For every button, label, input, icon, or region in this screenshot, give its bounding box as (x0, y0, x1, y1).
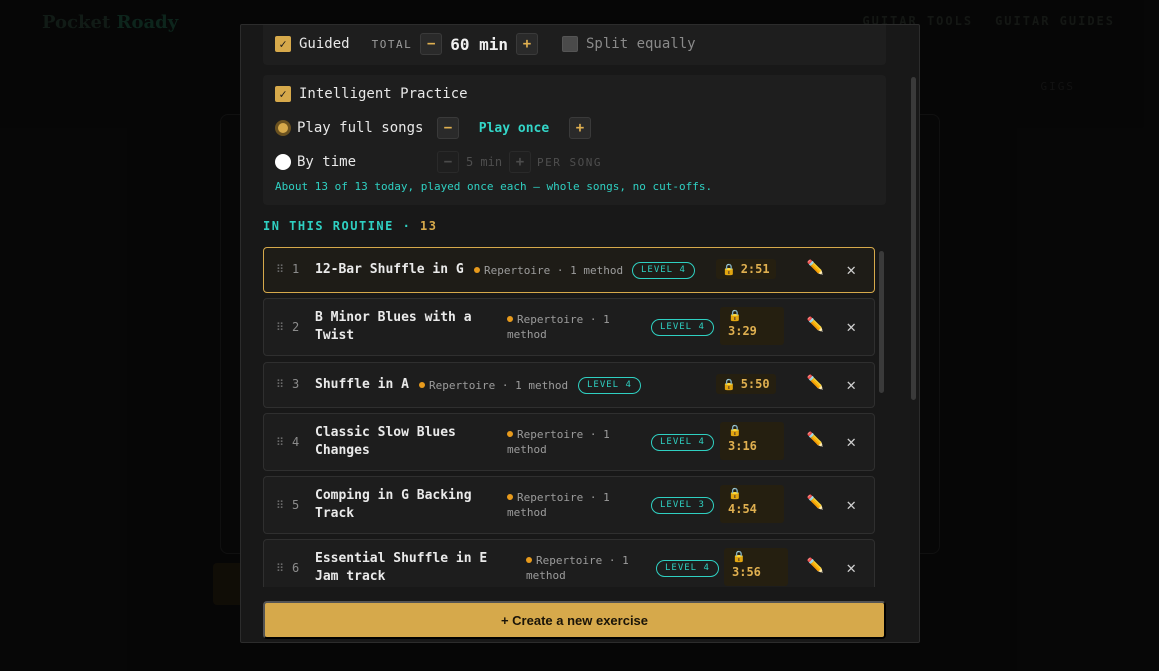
lock-icon: 🔒 (728, 424, 742, 437)
item-meta: Repertoire · 1 method (526, 554, 629, 582)
by-time-radio[interactable] (275, 154, 291, 170)
drag-handle-icon[interactable]: ⠿ (276, 499, 284, 512)
modal-scroll-area[interactable]: ✓ Guided TOTAL − 60 min + Split equally … (241, 25, 919, 642)
plays-increase-button[interactable]: + (569, 117, 591, 139)
split-equally-label: Split equally (586, 36, 696, 52)
routine-section-title: IN THIS ROUTINE · 13 (263, 219, 438, 233)
item-number: 3 (292, 377, 300, 391)
level-badge: LEVEL 4 (578, 377, 641, 394)
list-scrollbar[interactable] (879, 251, 884, 393)
close-icon[interactable]: ✕ (846, 495, 856, 514)
pencil-icon[interactable]: ✏️ (807, 432, 824, 448)
lock-icon: 🔒 (732, 550, 746, 563)
guided-checkbox[interactable]: ✓ (275, 36, 291, 52)
close-icon[interactable]: ✕ (846, 432, 856, 451)
lock-icon: 🔒 (728, 309, 742, 322)
split-equally-checkbox[interactable] (562, 36, 578, 52)
routine-item[interactable]: ⠿ 5 Comping in G Backing Track Repertoir… (263, 476, 875, 534)
practice-summary: About 13 of 13 today, played once each —… (275, 180, 713, 193)
plays-value: Play once (478, 120, 550, 136)
item-name: B Minor Blues with a Twist (315, 310, 472, 343)
play-full-songs-option[interactable]: Play full songs − Play once + (275, 117, 591, 139)
guided-card: ✓ Guided TOTAL − 60 min + Split equally (263, 25, 886, 65)
item-name: Essential Shuffle in E Jam track (315, 551, 488, 584)
routine-item[interactable]: ⠿ 2 B Minor Blues with a Twist Repertoir… (263, 298, 875, 356)
item-meta: Repertoire · 1 method (474, 263, 623, 278)
routine-item[interactable]: ⠿ 6 Essential Shuffle in E Jam track Rep… (263, 539, 875, 587)
drag-handle-icon[interactable]: ⠿ (276, 321, 284, 334)
item-number: 4 (292, 435, 300, 449)
level-badge: LEVEL 4 (632, 262, 695, 279)
item-name: Classic Slow Blues Changes (315, 425, 456, 458)
lock-icon: 🔒 (728, 487, 742, 500)
by-time-label: By time (297, 154, 357, 170)
item-name: 12-Bar Shuffle in G (315, 262, 464, 277)
item-meta: Repertoire · 1 method (507, 491, 610, 519)
pencil-icon[interactable]: ✏️ (807, 558, 824, 574)
duration-badge: 🔒 3:29 (720, 307, 784, 345)
level-badge: LEVEL 4 (656, 560, 719, 577)
duration-badge: 🔒 3:56 (724, 548, 788, 586)
duration-badge: 🔒 4:54 (720, 485, 784, 523)
total-value: 60 min (450, 34, 508, 54)
plays-decrease-button[interactable]: − (437, 117, 459, 139)
routine-list[interactable]: ⠿ 1 12-Bar Shuffle in G Repertoire · 1 m… (263, 247, 875, 587)
item-number: 6 (292, 561, 300, 575)
intelligent-practice-checkbox[interactable]: ✓ (275, 86, 291, 102)
drag-handle-icon[interactable]: ⠿ (276, 378, 284, 391)
item-number: 2 (292, 320, 300, 334)
routine-item[interactable]: ⠿ 3 Shuffle in A Repertoire · 1 method L… (263, 362, 875, 408)
by-time-option[interactable]: By time − 5 min + PER SONG (275, 151, 602, 173)
create-exercise-button[interactable]: + Create a new exercise (263, 601, 886, 639)
drag-handle-icon[interactable]: ⠿ (276, 562, 284, 575)
lock-icon: 🔒 (722, 378, 736, 391)
close-icon[interactable]: ✕ (846, 558, 856, 577)
pencil-icon[interactable]: ✏️ (807, 375, 824, 391)
close-icon[interactable]: ✕ (846, 317, 856, 336)
duration-badge: 🔒 2:51 (716, 259, 776, 279)
close-icon[interactable]: ✕ (846, 260, 856, 279)
total-label: TOTAL (371, 37, 413, 51)
time-increase-button[interactable]: + (509, 151, 531, 173)
lock-icon: 🔒 (722, 263, 736, 276)
per-song-label: PER SONG (537, 155, 602, 169)
total-decrease-button[interactable]: − (420, 33, 443, 55)
time-value: 5 min (465, 155, 503, 169)
duration-badge: 🔒 5:50 (716, 374, 776, 394)
pencil-icon[interactable]: ✏️ (807, 495, 824, 511)
guided-label: Guided (299, 36, 350, 52)
drag-handle-icon[interactable]: ⠿ (276, 263, 284, 276)
drag-handle-icon[interactable]: ⠿ (276, 436, 284, 449)
modal-scrollbar[interactable] (911, 77, 916, 400)
item-name: Shuffle in A (315, 377, 409, 392)
play-full-songs-label: Play full songs (297, 120, 424, 136)
intelligent-practice-row: ✓ Intelligent Practice (275, 86, 468, 102)
item-meta: Repertoire · 1 method (507, 428, 610, 456)
routine-item[interactable]: ⠿ 4 Classic Slow Blues Changes Repertoir… (263, 413, 875, 471)
pencil-icon[interactable]: ✏️ (807, 260, 824, 276)
item-meta: Repertoire · 1 method (419, 378, 568, 393)
close-icon[interactable]: ✕ (846, 375, 856, 394)
routine-modal: ✓ Guided TOTAL − 60 min + Split equally … (240, 24, 920, 643)
duration-badge: 🔒 3:16 (720, 422, 784, 460)
routine-count: 13 (420, 219, 438, 233)
item-number: 5 (292, 498, 300, 512)
level-badge: LEVEL 4 (651, 319, 714, 336)
play-full-songs-radio[interactable] (275, 120, 291, 136)
item-meta: Repertoire · 1 method (507, 313, 610, 341)
level-badge: LEVEL 4 (651, 434, 714, 451)
item-name: Comping in G Backing Track (315, 488, 472, 521)
pencil-icon[interactable]: ✏️ (807, 317, 824, 333)
routine-item[interactable]: ⠿ 1 12-Bar Shuffle in G Repertoire · 1 m… (263, 247, 875, 293)
time-decrease-button[interactable]: − (437, 151, 459, 173)
level-badge: LEVEL 3 (651, 497, 714, 514)
guided-row: ✓ Guided TOTAL − 60 min + Split equally (275, 33, 696, 55)
item-number: 1 (292, 262, 300, 276)
intelligent-practice-label: Intelligent Practice (299, 86, 468, 102)
total-increase-button[interactable]: + (516, 33, 538, 55)
intelligent-practice-card: ✓ Intelligent Practice Play full songs −… (263, 75, 886, 205)
